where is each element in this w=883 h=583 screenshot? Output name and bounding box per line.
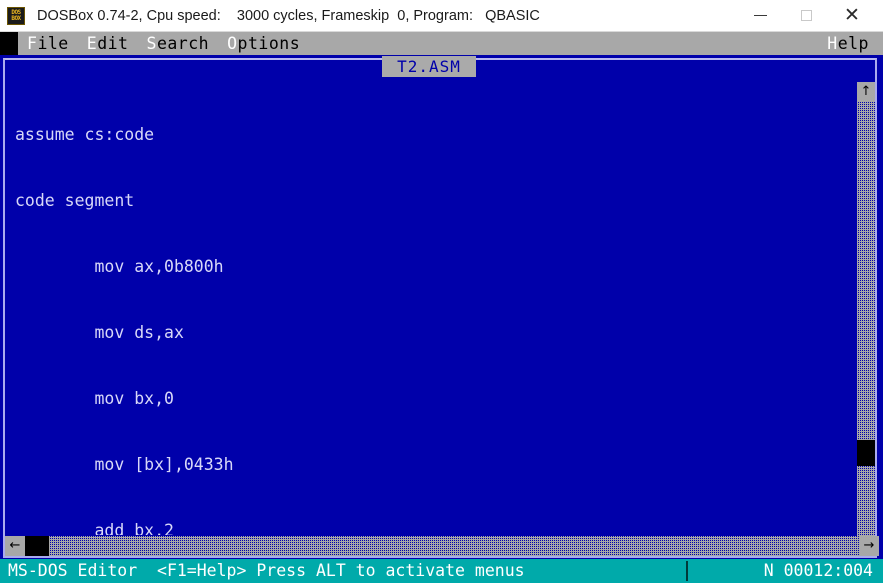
menu-item-file-hotkey: F: [27, 34, 38, 53]
vertical-scroll-thumb[interactable]: [857, 440, 875, 466]
menu-item-options-hotkey: O: [227, 34, 238, 53]
status-bar-separator: [686, 561, 688, 581]
scroll-left-arrow-icon[interactable]: ←: [5, 536, 25, 556]
menu-bar-leading-block: [0, 32, 18, 55]
minimize-icon: [753, 14, 767, 17]
vertical-scroll-track[interactable]: [857, 102, 875, 536]
code-line: mov ax,0b800h: [15, 257, 224, 276]
menu-item-options-label: ptions: [237, 34, 301, 53]
cursor-position-indicator: N 00012:004: [763, 561, 873, 580]
maximize-icon: [800, 10, 812, 21]
menu-item-help[interactable]: Help: [818, 32, 883, 55]
code-line: code segment: [15, 191, 135, 210]
code-line: mov [bx],0433h: [15, 455, 234, 474]
status-bar-hint: MS-DOS Editor <F1=Help> Press ALT to act…: [8, 561, 525, 580]
status-bar: MS-DOS Editor <F1=Help> Press ALT to act…: [0, 559, 883, 583]
horizontal-scrollbar[interactable]: ← →: [5, 536, 879, 556]
editor-window: assume cs:code code segment mov ax,0b800…: [3, 58, 879, 558]
code-line: add bx,2: [15, 521, 174, 535]
code-line: mov ds,ax: [15, 323, 184, 342]
menu-item-help-hotkey: H: [827, 34, 838, 53]
menu-item-search-hotkey: S: [146, 34, 157, 53]
dos-screen: File Edit Search Options Help assume cs:…: [0, 32, 883, 583]
close-button[interactable]: ✕: [829, 0, 875, 31]
horizontal-scroll-track[interactable]: [25, 536, 859, 556]
scroll-right-arrow-icon[interactable]: →: [859, 536, 879, 556]
menu-item-file-label: ile: [37, 34, 69, 53]
dosbox-icon: DOS BOX: [7, 6, 25, 25]
code-editor-area[interactable]: assume cs:code code segment mov ax,0b800…: [15, 80, 855, 535]
vertical-scrollbar[interactable]: ↑ ↓: [857, 82, 875, 556]
window-titlebar: DOS BOX DOSBox 0.74-2, Cpu speed: 3000 c…: [0, 0, 883, 32]
scroll-up-arrow-icon[interactable]: ↑: [857, 82, 875, 102]
horizontal-scroll-thumb[interactable]: [25, 536, 49, 556]
menu-item-search[interactable]: Search: [138, 32, 219, 55]
window-title: DOSBox 0.74-2, Cpu speed: 3000 cycles, F…: [37, 7, 540, 24]
code-line: assume cs:code: [15, 125, 155, 144]
close-icon: ✕: [844, 5, 860, 26]
maximize-button[interactable]: [783, 0, 829, 31]
code-line: mov bx,0: [15, 389, 174, 408]
dosbox-icon-line2: BOX: [11, 14, 21, 22]
menu-item-edit[interactable]: Edit: [78, 32, 138, 55]
menu-item-edit-hotkey: E: [86, 34, 98, 53]
minimize-button[interactable]: [737, 0, 783, 31]
dosbox-window: DOS BOX DOSBox 0.74-2, Cpu speed: 3000 c…: [0, 0, 883, 583]
menu-item-search-label: earch: [156, 34, 210, 53]
menu-item-file[interactable]: File: [18, 32, 78, 55]
document-title-tab: T2.ASM: [382, 56, 476, 77]
menu-item-edit-label: dit: [97, 34, 129, 53]
menu-item-help-label: elp: [837, 34, 869, 53]
menu-bar: File Edit Search Options Help: [0, 32, 883, 55]
menu-item-options[interactable]: Options: [218, 32, 309, 55]
